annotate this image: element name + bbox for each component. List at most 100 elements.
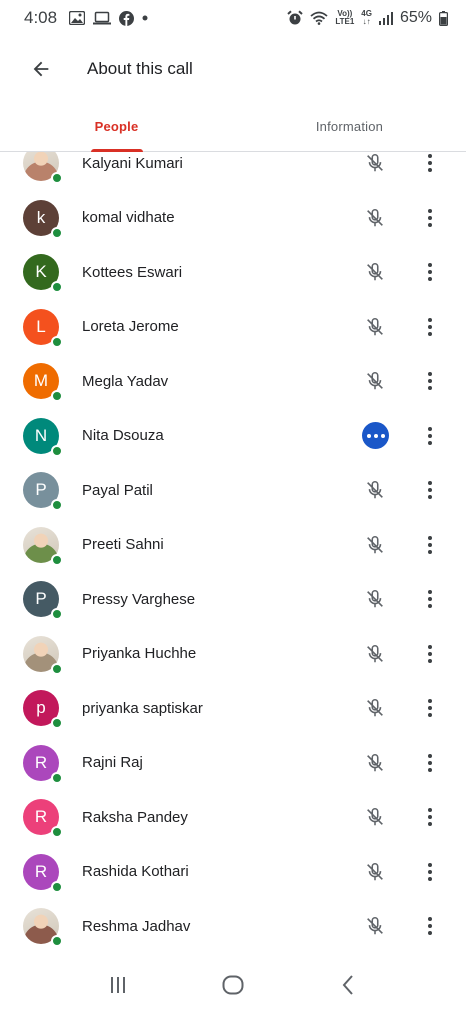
more-vert-icon-dot (428, 208, 432, 213)
avatar-container: P (23, 581, 63, 621)
more-options-button[interactable] (418, 584, 442, 614)
home-button[interactable] (203, 965, 263, 1005)
presence-indicator (51, 444, 63, 457)
mic-off-icon[interactable] (362, 152, 388, 176)
more-options-button[interactable] (418, 312, 442, 342)
participant-row[interactable]: R Rajni Raj (0, 736, 466, 791)
avatar-container (23, 152, 63, 185)
more-options-button[interactable] (418, 693, 442, 723)
more-vert-icon-dot (428, 324, 432, 329)
presence-indicator (51, 717, 63, 730)
recents-icon (110, 977, 125, 993)
battery-icon (439, 10, 448, 26)
participant-row[interactable]: Priyanka Huchhe (0, 627, 466, 682)
speaking-indicator[interactable] (362, 422, 389, 450)
participant-row[interactable]: Preeti Sahni (0, 518, 466, 573)
participant-name: Priyanka Huchhe (82, 645, 197, 663)
presence-indicator (51, 935, 63, 948)
more-vert-icon-dot (428, 590, 432, 595)
avatar-container (23, 635, 63, 675)
more-options-button[interactable] (418, 911, 442, 941)
laptop-icon (93, 11, 112, 25)
mic-off-icon[interactable] (362, 477, 388, 503)
presence-indicator (51, 826, 63, 839)
system-nav-bar (0, 958, 466, 1012)
wifi-icon (310, 11, 328, 25)
avatar-container: R (23, 744, 63, 784)
more-vert-icon-dot (428, 869, 432, 874)
avatar-container: K (23, 254, 63, 294)
participant-name: Kalyani Kumari (82, 154, 183, 172)
page-title: About this call (87, 59, 193, 78)
more-vert-icon-dot (428, 317, 432, 322)
participant-row[interactable]: Reshma Jadhav (0, 899, 466, 954)
mic-off-icon[interactable] (362, 750, 388, 776)
participant-row[interactable]: R Rashida Kothari (0, 845, 466, 900)
more-vert-icon-dot (428, 699, 432, 704)
avatar-initial: P (35, 480, 47, 500)
mic-off-icon[interactable] (362, 205, 388, 231)
participant-row[interactable]: L Loreta Jerome (0, 300, 466, 355)
participant-row[interactable]: K Kottees Eswari (0, 245, 466, 300)
mic-off-icon[interactable] (362, 259, 388, 285)
participant-name: Nita Dsouza (82, 427, 164, 445)
participant-row[interactable]: N Nita Dsouza (0, 409, 466, 464)
mic-off-icon[interactable] (362, 368, 388, 394)
more-vert-icon-dot (428, 822, 432, 827)
participant-row[interactable]: M Megla Yadav (0, 354, 466, 409)
speaking-dot (373, 433, 378, 438)
participant-row[interactable]: P Pressy Varghese (0, 572, 466, 627)
participant-row[interactable]: P Payal Patil (0, 463, 466, 518)
more-options-button[interactable] (418, 366, 442, 396)
participant-name: Rashida Kothari (82, 863, 189, 881)
more-vert-icon-dot (428, 924, 432, 929)
mic-off-icon[interactable] (362, 641, 388, 667)
mic-off-icon[interactable] (362, 532, 388, 558)
mic-off-icon[interactable] (362, 695, 388, 721)
volte-indicator: Vo)) LTE1 (335, 10, 354, 26)
more-options-button[interactable] (418, 639, 442, 669)
tab-people-label: People (94, 119, 139, 134)
participant-row[interactable]: p priyanka saptiskar (0, 681, 466, 736)
recents-button[interactable] (88, 965, 148, 1005)
more-vert-icon-dot (428, 917, 432, 922)
avatar-container: k (23, 199, 63, 239)
more-options-button[interactable] (418, 748, 442, 778)
participant-name: Preeti Sahni (82, 536, 164, 554)
avatar-initial: L (36, 316, 46, 336)
mic-off-icon[interactable] (362, 314, 388, 340)
participant-row[interactable]: k komal vidhate (0, 191, 466, 246)
mic-off-icon[interactable] (362, 804, 388, 830)
more-vert-icon-dot (428, 651, 432, 656)
participant-name: Payal Patil (82, 481, 153, 499)
presence-indicator (51, 335, 63, 348)
more-options-button[interactable] (418, 802, 442, 832)
more-options-button[interactable] (418, 203, 442, 233)
more-options-button[interactable] (418, 475, 442, 505)
more-options-button[interactable] (418, 857, 442, 887)
participant-name: Megla Yadav (82, 372, 169, 390)
mic-off-icon[interactable] (362, 859, 388, 885)
tab-people[interactable]: People (0, 102, 233, 152)
more-vert-icon-dot (428, 658, 432, 663)
battery-percent: 65% (399, 9, 432, 26)
nav-back-button[interactable] (318, 965, 378, 1005)
mic-off-icon[interactable] (362, 913, 388, 939)
back-button[interactable] (17, 45, 65, 93)
tab-information-label: Information (315, 119, 384, 134)
participant-row[interactable]: Kalyani Kumari (0, 152, 466, 191)
more-options-button[interactable] (418, 530, 442, 560)
avatar-initial: N (34, 425, 48, 445)
more-options-button[interactable] (418, 152, 442, 178)
more-options-button[interactable] (418, 421, 442, 451)
participant-row[interactable]: R Raksha Pandey (0, 790, 466, 845)
avatar-initial: M (33, 371, 49, 391)
avatar-container: R (23, 799, 63, 839)
signal-icon (378, 11, 393, 25)
tab-information[interactable]: Information (233, 102, 466, 151)
avatar-initial: R (34, 861, 48, 881)
participant-list[interactable]: Kalyani Kumari k komal vidhate K Kottees Esw… (0, 152, 466, 958)
status-left: 4:08 (24, 8, 148, 28)
more-options-button[interactable] (418, 257, 442, 287)
mic-off-icon[interactable] (362, 586, 388, 612)
